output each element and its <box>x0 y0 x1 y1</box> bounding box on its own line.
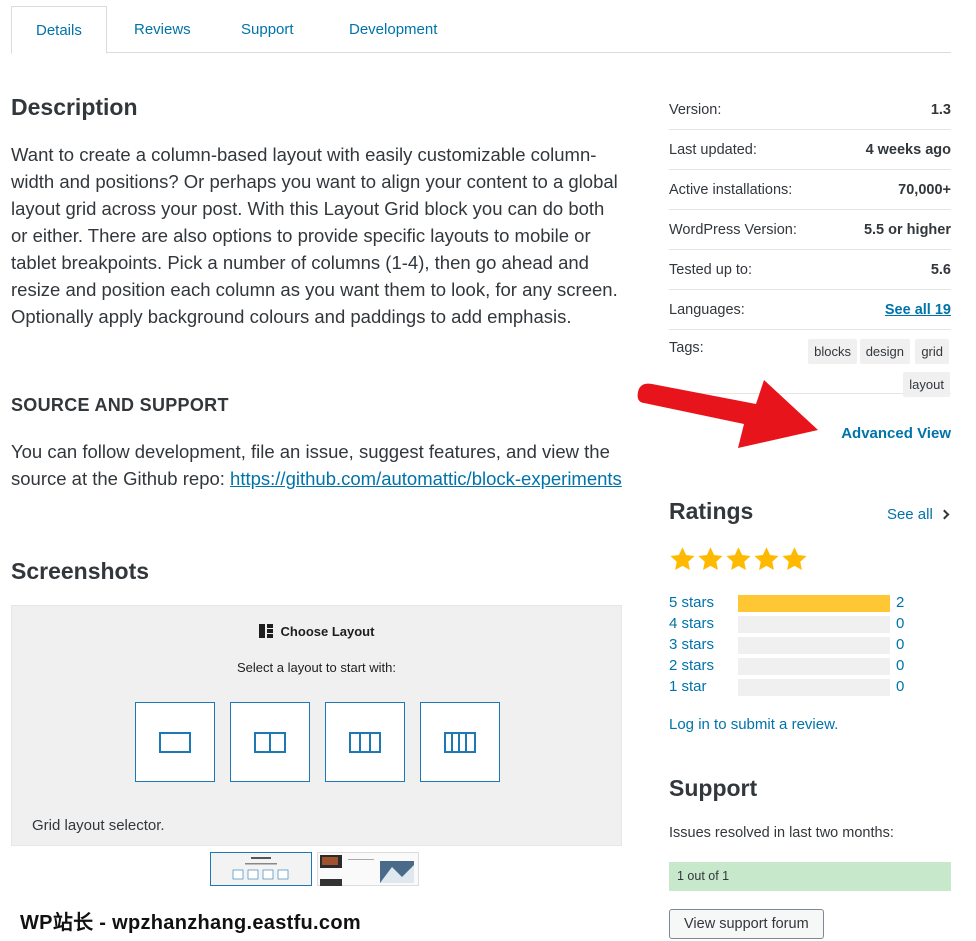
choose-layout-subtitle: Select a layout to start with: <box>237 660 396 675</box>
meta-value: 70,000+ <box>898 182 951 198</box>
meta-active-installations: Active installations: 70,000+ <box>669 170 951 210</box>
choose-layout-text: Choose Layout <box>280 624 375 639</box>
description-heading: Description <box>11 94 138 120</box>
rating-count: 0 <box>896 615 905 632</box>
ratings-heading: Ratings <box>669 498 754 524</box>
star-icon <box>754 547 779 571</box>
support-heading: Support <box>669 775 758 801</box>
rating-bar <box>738 637 890 654</box>
meta-wordpress-version: WordPress Version: 5.5 or higher <box>669 210 951 250</box>
rating-label: 4 stars <box>669 615 715 632</box>
watermark: WP站长 - wpzhanzhang.eastfu.com <box>20 912 361 934</box>
tags-label: Tags: <box>669 340 704 356</box>
choose-layout-title: Choose Layout <box>12 624 621 639</box>
rating-count: 0 <box>896 636 905 653</box>
grid-block-icon <box>258 624 273 638</box>
rating-row-3[interactable]: 3 stars 0 <box>669 635 909 656</box>
meta-key: Last updated: <box>669 142 757 158</box>
meta-key: Tested up to: <box>669 262 753 278</box>
meta-value: 1.3 <box>930 102 951 118</box>
layout-three-column-icon <box>325 702 405 782</box>
github-link[interactable]: https://github.com/automattic/block-expe… <box>230 468 622 489</box>
layout-four-column-icon <box>420 702 500 782</box>
red-arrow-icon <box>637 380 818 448</box>
source-text: You can follow development, file an issu… <box>11 438 623 492</box>
tag-layout[interactable]: layout <box>903 372 950 397</box>
meta-key: Languages: <box>669 302 745 318</box>
issues-resolved-label: Issues resolved in last two months: <box>669 825 894 841</box>
rating-bar-fill <box>738 595 890 612</box>
ratings-see-all-link[interactable]: See all <box>886 506 950 523</box>
tag-grid[interactable]: grid <box>915 339 949 364</box>
rating-bar <box>738 679 890 696</box>
rating-bar <box>738 595 890 612</box>
plugin-meta: Version: 1.3 Last updated: 4 weeks ago Act… <box>669 90 951 397</box>
meta-value: 4 weeks ago <box>865 142 951 158</box>
meta-key: WordPress Version: <box>669 222 797 238</box>
layout-one-column-icon <box>135 702 215 782</box>
meta-tested-up-to: Tested up to: 5.6 <box>669 250 951 290</box>
meta-languages: Languages: See all 19 <box>669 290 951 330</box>
tab-reviews[interactable]: Reviews <box>110 6 215 53</box>
advanced-view-link[interactable]: Advanced View <box>841 425 951 442</box>
meta-version: Version: 1.3 <box>669 90 951 130</box>
rating-label: 3 stars <box>669 636 715 653</box>
meta-key: Version: <box>669 102 722 118</box>
rating-count: 0 <box>896 678 905 695</box>
tab-support[interactable]: Support <box>217 6 318 53</box>
screenshot-thumbnail-1[interactable] <box>210 852 312 886</box>
meta-value: 5.6 <box>930 262 951 278</box>
meta-key: Active installations: <box>669 182 793 198</box>
star-icon <box>782 547 807 571</box>
rating-label: 1 star <box>669 678 707 695</box>
resolved-count-badge: 1 out of 1 <box>669 862 951 891</box>
star-icon <box>698 547 723 571</box>
rating-row-4[interactable]: 4 stars 0 <box>669 614 909 635</box>
tag-design[interactable]: design <box>859 339 910 364</box>
screenshot-thumbnail-2[interactable] <box>317 852 419 886</box>
tag-blocks[interactable]: blocks <box>808 339 857 364</box>
screenshot-caption: Grid layout selector. <box>32 817 165 834</box>
star-icon <box>670 547 695 571</box>
rating-row-1[interactable]: 1 star 0 <box>669 677 909 698</box>
screenshot-image: Choose Layout Select a layout to start w… <box>12 606 621 804</box>
rating-count: 0 <box>896 657 905 674</box>
rating-row-2[interactable]: 2 stars 0 <box>669 656 909 677</box>
star-rating <box>669 545 809 578</box>
layout-two-column-icon <box>230 702 310 782</box>
rating-label: 5 stars <box>669 594 715 611</box>
chevron-right-icon <box>939 509 950 520</box>
view-support-forum-button[interactable]: View support forum <box>669 909 824 939</box>
rating-bar <box>738 616 890 633</box>
source-heading: SOURCE AND SUPPORT <box>11 395 229 415</box>
login-to-review-link[interactable]: Log in to submit a review. <box>669 716 838 733</box>
tab-bar: Details Reviews Support Development <box>11 6 951 54</box>
tab-development[interactable]: Development <box>325 6 461 53</box>
see-all-label: See all <box>886 506 933 523</box>
meta-last-updated: Last updated: 4 weeks ago <box>669 130 951 170</box>
rating-bar <box>738 658 890 675</box>
rating-row-5[interactable]: 5 stars 2 <box>669 593 909 614</box>
languages-link[interactable]: See all 19 <box>885 290 951 330</box>
description-text: Want to create a column-based layout wit… <box>11 144 618 327</box>
rating-count: 2 <box>896 594 905 611</box>
screenshots-heading: Screenshots <box>11 558 150 584</box>
tab-details[interactable]: Details <box>11 6 107 54</box>
screenshot-viewer[interactable]: Choose Layout Select a layout to start w… <box>11 605 622 846</box>
meta-value: 5.5 or higher <box>863 222 951 238</box>
star-icon <box>726 547 751 571</box>
rating-label: 2 stars <box>669 657 715 674</box>
